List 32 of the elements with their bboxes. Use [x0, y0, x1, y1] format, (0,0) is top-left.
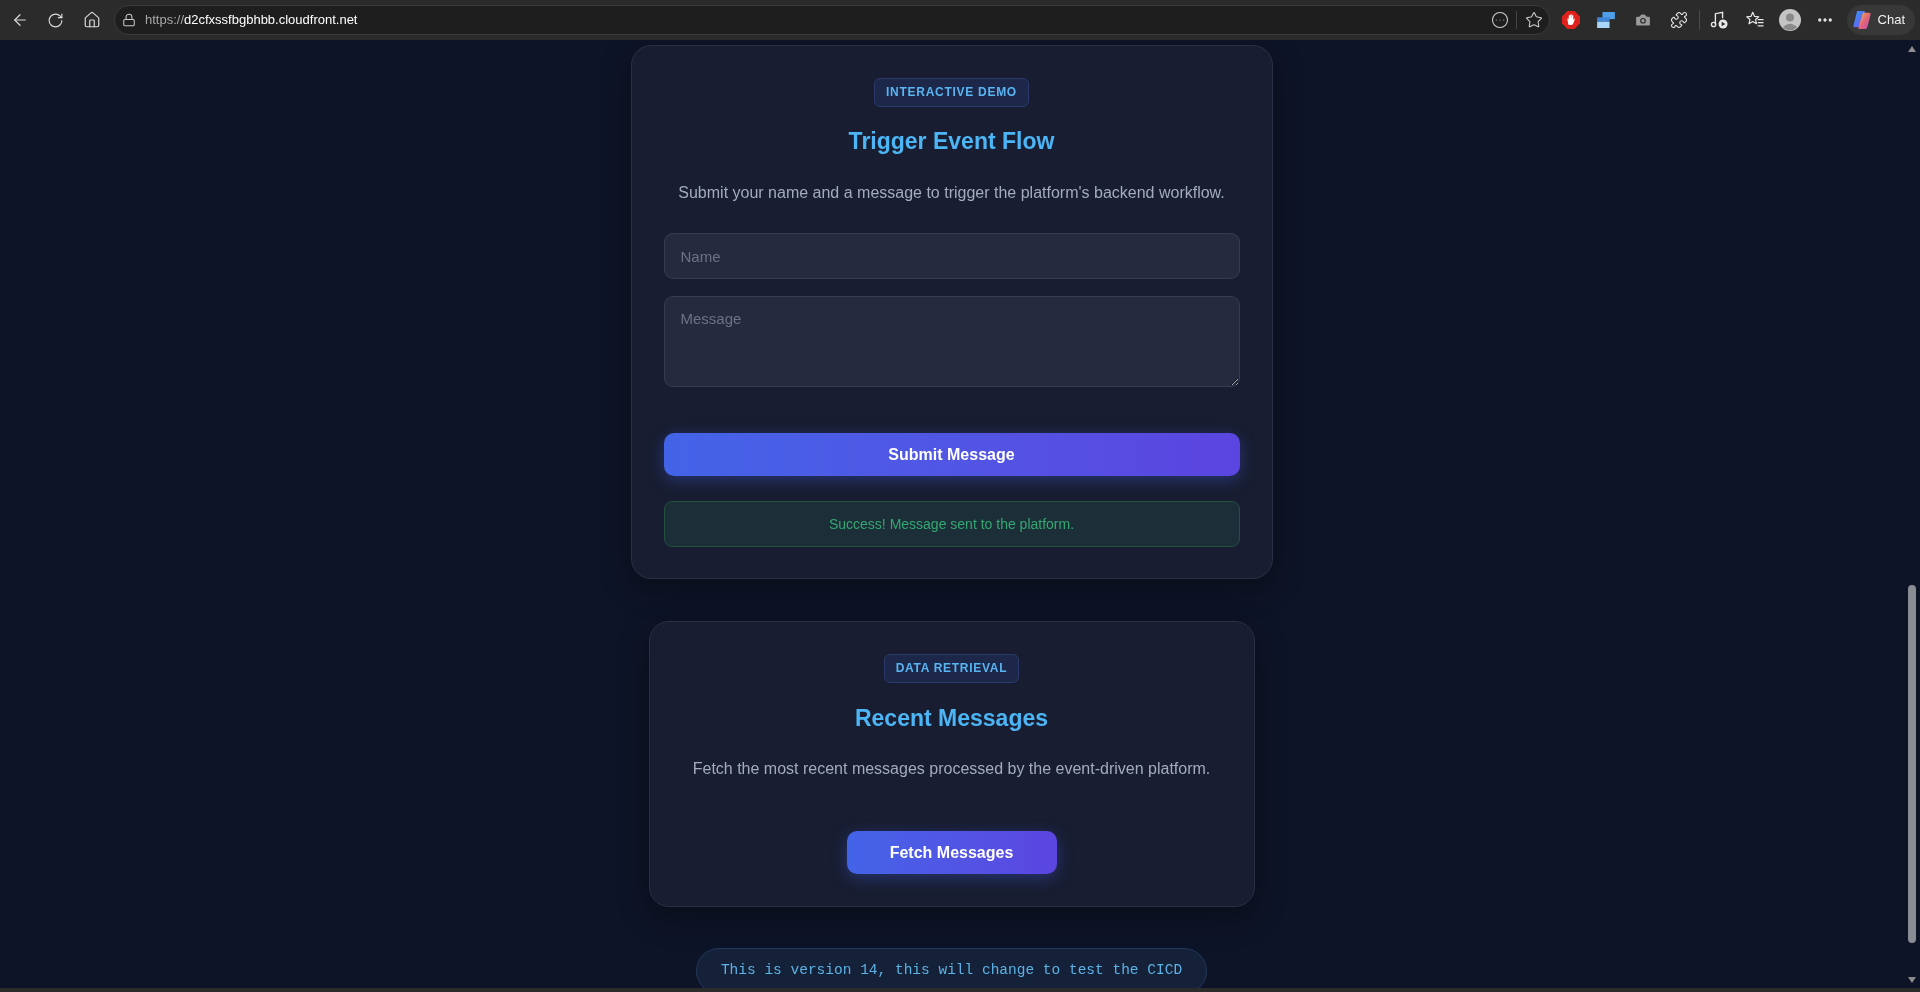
copilot-logo-icon: [1851, 10, 1872, 30]
address-bar[interactable]: https://d2cfxssfbgbhbb.cloudfront.net: [114, 5, 1550, 35]
message-field[interactable]: Message: [663, 296, 1240, 387]
more-options-icon[interactable]: [1490, 11, 1509, 29]
back-icon[interactable]: [11, 11, 29, 29]
camera-icon[interactable]: [1633, 11, 1652, 29]
puzzle-icon[interactable]: [1669, 11, 1688, 29]
home-icon[interactable]: [83, 11, 101, 29]
name-field[interactable]: Name: [663, 233, 1240, 279]
scrollbar-thumb[interactable]: [1907, 585, 1916, 943]
chat-button[interactable]: Chat: [1846, 5, 1915, 35]
scroll-down-icon[interactable]: [1907, 977, 1916, 983]
profile-avatar-icon[interactable]: [1778, 9, 1801, 31]
music-play-icon[interactable]: [1709, 11, 1728, 29]
submit-button[interactable]: Submit Message: [663, 433, 1240, 476]
favorite-star-icon[interactable]: [1524, 11, 1543, 29]
card-description: Submit your name and a message to trigger the platform's backend workflow.: [678, 183, 1225, 203]
section-tag: INTERACTIVE DEMO: [874, 78, 1029, 107]
refresh-icon[interactable]: [47, 11, 64, 29]
card-description: Fetch the most recent messages processed by the event-driven platform.: [692, 759, 1211, 779]
stop-hand-icon[interactable]: [1561, 11, 1580, 29]
card-title: Recent Messages: [854, 704, 1048, 733]
version-banner: This is version 14, this will change to test the CICD: [695, 948, 1208, 988]
url-text: https://d2cfxssfbgbhbb.cloudfront.net: [145, 11, 358, 30]
card-title: Trigger Event Flow: [848, 127, 1055, 156]
lock-icon: [122, 13, 136, 27]
scroll-up-icon[interactable]: [1907, 46, 1916, 52]
favorites-list-icon[interactable]: [1745, 11, 1764, 29]
fetch-button[interactable]: Fetch Messages: [846, 831, 1057, 874]
status-message: Success! Message sent to the platform.: [663, 501, 1240, 547]
section-tag: DATA RETRIEVAL: [883, 654, 1020, 683]
stacked-windows-icon[interactable]: [1596, 12, 1615, 28]
